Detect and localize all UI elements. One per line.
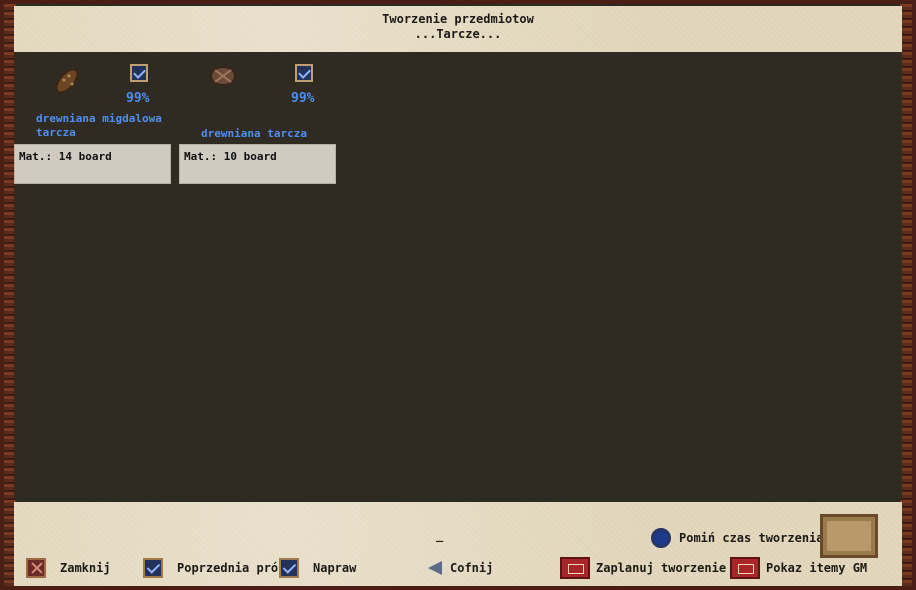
- wooden-kite-shield-icon[interactable]: [50, 62, 88, 100]
- close-button[interactable]: Zamknij: [26, 556, 111, 580]
- item-name-line1: drewniana migdalowa: [36, 112, 162, 125]
- success-chance: 99%: [291, 91, 315, 106]
- window-subtitle: ...Tarcze...: [414, 27, 502, 41]
- checkbox-icon: [143, 558, 163, 578]
- checkbox-icon: [279, 558, 299, 578]
- radio-dot-icon: [651, 528, 671, 548]
- undo-label: Cofnij: [450, 561, 494, 575]
- cursor-mark: _: [436, 528, 444, 542]
- close-icon: [26, 558, 46, 578]
- previous-try-label: Poprzednia próba: [177, 561, 293, 575]
- repair-button[interactable]: Napraw: [279, 556, 356, 580]
- item-select-checkbox[interactable]: [130, 64, 148, 82]
- repair-label: Napraw: [313, 561, 357, 575]
- item-name-line2: tarcza: [36, 126, 76, 139]
- item-select-checkbox[interactable]: [295, 64, 313, 82]
- previous-try-button[interactable]: Poprzednia próba: [143, 556, 293, 580]
- arrow-left-icon: [428, 561, 442, 575]
- item-preview-frame: [820, 514, 878, 558]
- item-name[interactable]: drewniana tarcza: [201, 127, 307, 141]
- schedule-crafting-button[interactable]: Zaplanuj tworzenie: [560, 556, 726, 580]
- schedule-label: Zaplanuj tworzenie: [596, 561, 727, 575]
- materials-box: Mat.: 14 board: [14, 144, 171, 184]
- skip-time-label: Pomiń czas tworzenia: [679, 531, 824, 545]
- success-chance: 99%: [126, 91, 150, 106]
- item-name[interactable]: drewniana migdalowa tarcza: [36, 112, 162, 140]
- window-title: Tworzenie przedmiotow: [382, 12, 534, 26]
- wooden-round-shield-icon[interactable]: [205, 58, 243, 96]
- skip-time-toggle[interactable]: Pomiń czas tworzenia: [651, 526, 824, 550]
- show-gm-items-button[interactable]: Pokaz itemy GM: [730, 556, 867, 580]
- undo-button[interactable]: Cofnij: [428, 556, 493, 580]
- arrow-right-icon: [730, 557, 760, 579]
- materials-box: Mat.: 10 board: [179, 144, 336, 184]
- scroll-icon: [560, 557, 590, 579]
- show-gm-items-label: Pokaz itemy GM: [766, 561, 868, 575]
- close-label: Zamknij: [60, 561, 111, 575]
- item-name-line1: drewniana tarcza: [201, 127, 307, 140]
